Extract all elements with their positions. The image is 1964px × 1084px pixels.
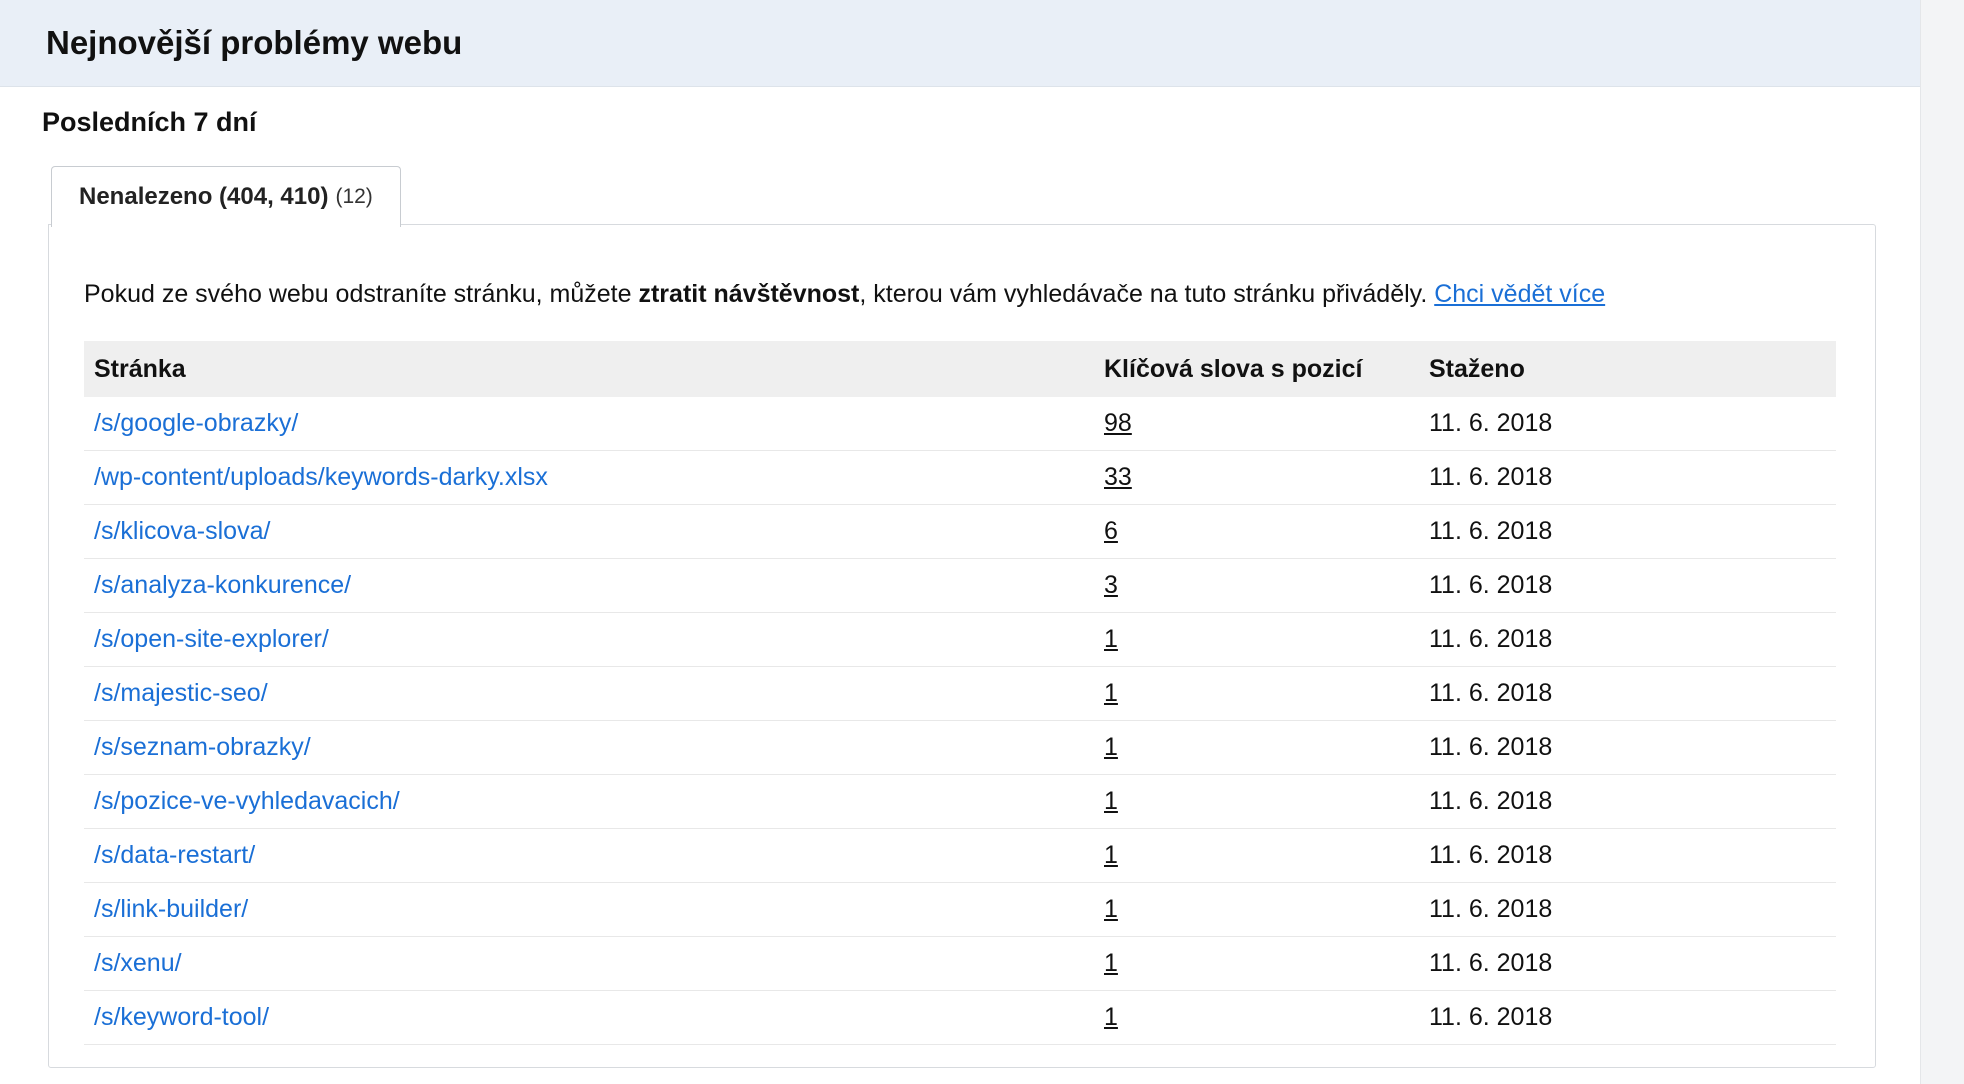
cell-date: 11. 6. 2018 xyxy=(1419,990,1836,1045)
cell-page: /s/majestic-seo/ xyxy=(84,666,1094,721)
cell-date: 11. 6. 2018 xyxy=(1419,666,1836,721)
cell-keywords: 1 xyxy=(1094,882,1419,937)
cell-keywords: 1 xyxy=(1094,990,1419,1045)
page-link[interactable]: /s/keyword-tool/ xyxy=(94,1003,269,1031)
page-link[interactable]: /s/google-obrazky/ xyxy=(94,409,298,437)
not-found-table: Stránka Klíčová slova s pozicí Staženo /… xyxy=(84,341,1836,1045)
cell-page: /s/data-restart/ xyxy=(84,828,1094,883)
table-row: /s/link-builder/1 11. 6. 2018 xyxy=(84,882,1836,937)
column-header-keywords: Klíčová slova s pozicí xyxy=(1104,354,1363,383)
page-link[interactable]: /s/open-site-explorer/ xyxy=(94,625,329,653)
cell-keywords: 1 xyxy=(1094,828,1419,883)
page-link[interactable]: /s/majestic-seo/ xyxy=(94,679,268,707)
cell-date: 11. 6. 2018 xyxy=(1419,774,1836,829)
keywords-count-link[interactable]: 1 xyxy=(1104,949,1118,977)
keywords-count-link[interactable]: 1 xyxy=(1104,733,1118,761)
cell-date: 11. 6. 2018 xyxy=(1419,612,1836,667)
keywords-count-link[interactable]: 98 xyxy=(1104,409,1132,437)
intro-before: Pokud ze svého webu odstraníte stránku, … xyxy=(84,280,639,308)
recent-problems-panel: Nejnovější problémy webu Posledních 7 dn… xyxy=(0,0,1921,1084)
cell-keywords: 1 xyxy=(1094,720,1419,775)
keywords-count-link[interactable]: 6 xyxy=(1104,517,1118,545)
cell-page: /s/seznam-obrazky/ xyxy=(84,720,1094,775)
panel-header: Nejnovější problémy webu xyxy=(0,0,1920,87)
table-row: /s/seznam-obrazky/1 11. 6. 2018 xyxy=(84,720,1836,775)
tab-count: (12) xyxy=(335,185,373,208)
column-header-date: Staženo xyxy=(1429,354,1525,383)
cell-page: /s/link-builder/ xyxy=(84,882,1094,937)
learn-more-link[interactable]: Chci vědět více xyxy=(1434,280,1605,308)
table-row: /s/data-restart/1 11. 6. 2018 xyxy=(84,828,1836,883)
keywords-count-link[interactable]: 3 xyxy=(1104,571,1118,599)
page-link[interactable]: /wp-content/uploads/keywords-darky.xlsx xyxy=(94,463,548,491)
tab-label: Nenalezeno (404, 410) xyxy=(79,183,329,210)
cell-date: 11. 6. 2018 xyxy=(1419,936,1836,991)
cell-keywords: 33 xyxy=(1094,450,1419,505)
intro-after: , kterou vám vyhledávače na tuto stránku… xyxy=(859,280,1435,308)
table-row: /s/xenu/1 11. 6. 2018 xyxy=(84,936,1836,991)
cell-date: 11. 6. 2018 xyxy=(1419,828,1836,883)
page-link[interactable]: /s/pozice-ve-vyhledavacich/ xyxy=(94,787,400,815)
page-link[interactable]: /s/seznam-obrazky/ xyxy=(94,733,311,761)
cell-date: 11. 6. 2018 xyxy=(1419,397,1836,451)
keywords-count-link[interactable]: 1 xyxy=(1104,1003,1118,1031)
cell-date: 11. 6. 2018 xyxy=(1419,450,1836,505)
cell-keywords: 1 xyxy=(1094,612,1419,667)
table-header-row: Stránka Klíčová slova s pozicí Staženo xyxy=(84,341,1836,397)
cell-keywords: 6 xyxy=(1094,504,1419,559)
keywords-count-link[interactable]: 33 xyxy=(1104,463,1132,491)
table-row: /wp-content/uploads/keywords-darky.xlsx 3… xyxy=(84,450,1836,505)
page-link[interactable]: /s/analyza-konkurence/ xyxy=(94,571,351,599)
cell-keywords: 3 xyxy=(1094,558,1419,613)
keywords-count-link[interactable]: 1 xyxy=(1104,895,1118,923)
table-row: /s/google-obrazky/98 11. 6. 2018 xyxy=(84,397,1836,451)
keywords-count-link[interactable]: 1 xyxy=(1104,841,1118,869)
cell-page: /s/open-site-explorer/ xyxy=(84,612,1094,667)
table-row: /s/keyword-tool/1 11. 6. 2018 xyxy=(84,990,1836,1045)
page-link[interactable]: /s/data-restart/ xyxy=(94,841,255,869)
intro-bold: ztratit návštěvnost xyxy=(638,280,860,308)
cell-page: /wp-content/uploads/keywords-darky.xlsx xyxy=(84,450,1094,505)
cell-page: /s/xenu/ xyxy=(84,936,1094,991)
table-row: /s/klicova-slova/6 11. 6. 2018 xyxy=(84,504,1836,559)
page-link[interactable]: /s/link-builder/ xyxy=(94,895,248,923)
cell-keywords: 1 xyxy=(1094,666,1419,721)
cell-date: 11. 6. 2018 xyxy=(1419,720,1836,775)
page-link[interactable]: /s/klicova-slova/ xyxy=(94,517,270,545)
keywords-count-link[interactable]: 1 xyxy=(1104,625,1118,653)
tab-content: Pokud ze svého webu odstraníte stránku, … xyxy=(48,224,1876,1068)
panel-title: Nejnovější problémy webu xyxy=(46,24,463,61)
cell-page: /s/keyword-tool/ xyxy=(84,990,1094,1045)
intro-text: Pokud ze svého webu odstraníte stránku, … xyxy=(84,280,1605,309)
cell-date: 11. 6. 2018 xyxy=(1419,558,1836,613)
tab-bar: Nenalezeno (404, 410) (12) xyxy=(51,166,1920,228)
cell-page: /s/google-obrazky/ xyxy=(84,397,1094,451)
page-link[interactable]: /s/xenu/ xyxy=(94,949,182,977)
column-header-page: Stránka xyxy=(94,354,186,383)
cell-page: /s/analyza-konkurence/ xyxy=(84,558,1094,613)
table-row: /s/pozice-ve-vyhledavacich/1 11. 6. 2018 xyxy=(84,774,1836,829)
cell-page: /s/klicova-slova/ xyxy=(84,504,1094,559)
keywords-count-link[interactable]: 1 xyxy=(1104,787,1118,815)
keywords-count-link[interactable]: 1 xyxy=(1104,679,1118,707)
cell-keywords: 1 xyxy=(1094,774,1419,829)
table-row: /s/majestic-seo/1 11. 6. 2018 xyxy=(84,666,1836,721)
cell-date: 11. 6. 2018 xyxy=(1419,504,1836,559)
tab-not-found[interactable]: Nenalezeno (404, 410) (12) xyxy=(51,166,401,227)
cell-date: 11. 6. 2018 xyxy=(1419,882,1836,937)
cell-page: /s/pozice-ve-vyhledavacich/ xyxy=(84,774,1094,829)
outer-background xyxy=(1920,0,1964,1084)
period-label: Posledních 7 dní xyxy=(42,107,257,137)
cell-keywords: 1 xyxy=(1094,936,1419,991)
table-row: /s/analyza-konkurence/3 11. 6. 2018 xyxy=(84,558,1836,613)
table-row: /s/open-site-explorer/1 11. 6. 2018 xyxy=(84,612,1836,667)
cell-keywords: 98 xyxy=(1094,397,1419,451)
